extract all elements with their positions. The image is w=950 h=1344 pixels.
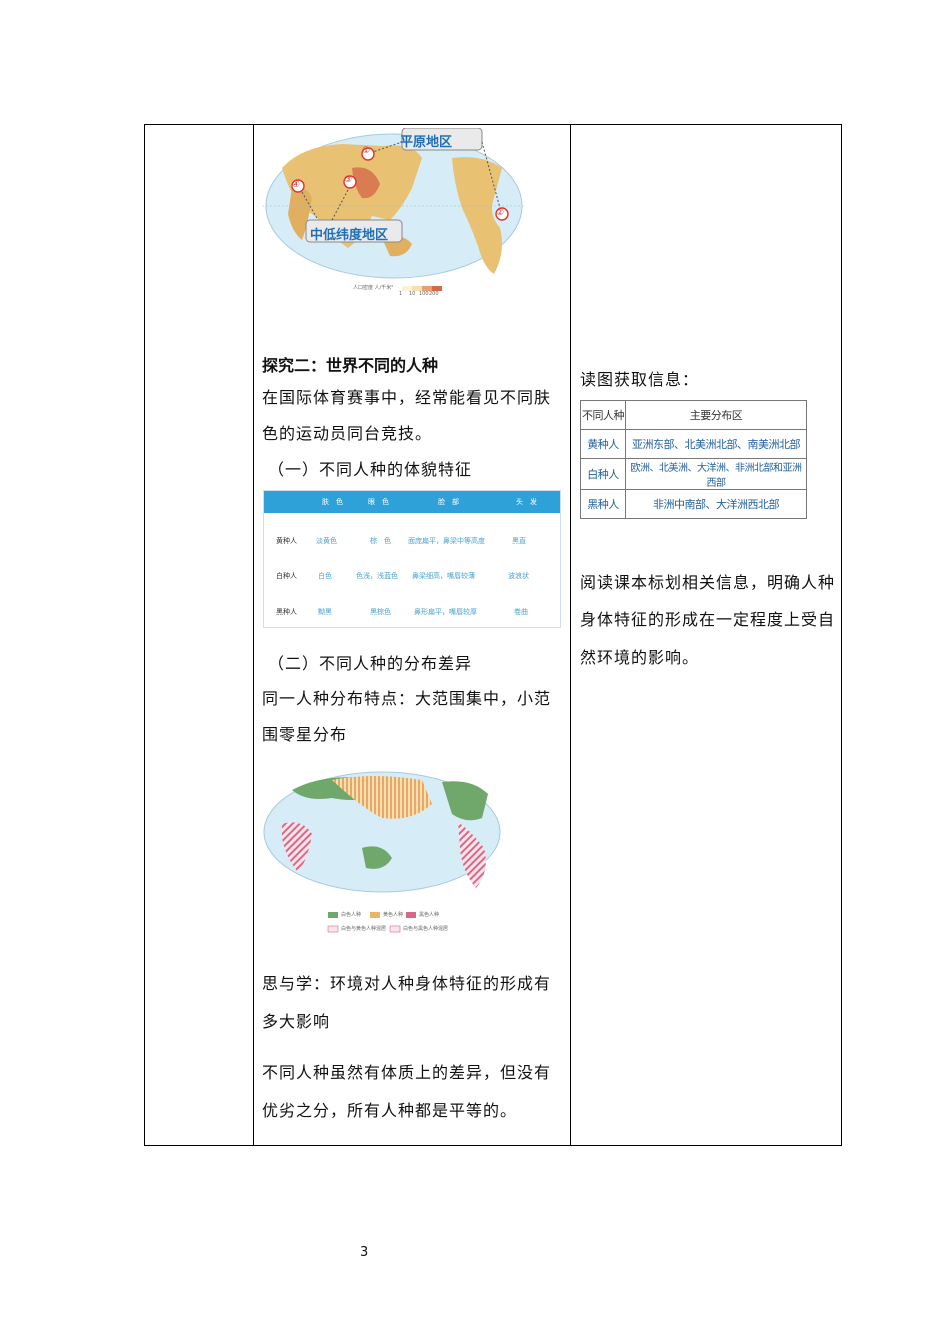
legend-white-race: 白色人种 [341,912,362,918]
dist-area: 非洲中南部、大洋洲西北部 [625,489,807,519]
feature-header: 头 发 [516,498,537,506]
dist-area: 欧洲、北美洲、大洋洲、非洲北部和亚洲西部 [625,458,807,490]
map1-legend-value: 200 [429,291,439,297]
feature-header: 脸 部 [438,498,459,506]
physical-features-table: 肤 色 眼 色 脸 部 头 发 黄种人 淡黄色 棕 色 面庞扁平，鼻梁中等高度 … [263,490,561,628]
intro-line-2: 色的运动员同台竞技。 [262,424,433,443]
page-number: 3 [360,1245,369,1260]
map1-legend-label: 人口密度 人/千米² [353,285,394,291]
dist-race: 黑种人 [580,489,626,519]
note-line-1: 阅读课本标划相关信息，明确人种 [580,573,836,592]
race-distribution-table: 不同人种 主要分布区 黄种人 亚洲东部、北美洲北部、南美洲北部 白种人 欧洲、北… [580,400,807,519]
note-line-2: 身体特征的形成在一定程度上受自 [580,610,836,629]
dist-header: 主要分布区 [625,400,807,430]
dist-line-2: 围零星分布 [262,725,348,744]
intro-line-1: 在国际体育赛事中，经常能看见不同肤 [262,388,552,407]
legend-mixed-white-black: 白色与黑色人种混居 [403,926,449,932]
subheading-features: （一）不同人种的体貌特征 [268,460,473,479]
marker-2: ② [496,208,505,218]
conclusion-line-1: 不同人种虽然有体质上的差异，但没有 [262,1063,552,1082]
callout-low-mid-latitude: 中低纬度地区 [310,228,389,243]
dist-line-1: 同一人种分布特点：大范围集中，小范 [262,689,552,708]
note-line-3: 然环境的影响。 [580,648,700,667]
conclusion-line-2: 优劣之分，所有人种都是平等的。 [262,1101,518,1120]
feature-header: 肤 色 [322,498,343,506]
section-heading: 探究二：世界不同的人种 [262,356,439,375]
dist-race: 黄种人 [580,429,626,459]
legend-yellow-race: 黄色人种 [383,912,404,918]
dist-race: 白种人 [580,458,626,490]
callout-plains: 平原地区 [400,135,453,150]
population-density-map [262,128,524,291]
column-divider-2 [570,124,571,1146]
read-info-label: 读图获取信息： [580,370,700,389]
map1-legend-value: 1 [399,291,403,297]
marker-1: ① [362,146,371,156]
legend-black-race: 黑色人种 [419,912,440,918]
map1-legend-value: 10 [409,291,416,297]
dist-header: 不同人种 [580,400,626,430]
marker-3: ③ [344,175,353,185]
think-line-1: 思与学：环境对人种身体特征的形成有 [262,974,552,993]
subheading-distribution: （二）不同人种的分布差异 [268,654,473,673]
race-distribution-map [263,771,501,893]
dist-area: 亚洲东部、北美洲北部、南美洲北部 [625,429,807,459]
think-line-2: 多大影响 [262,1012,331,1031]
map1-legend-value: 100 [419,291,429,297]
legend-mixed-white-yellow: 白色与黄色人种混居 [341,926,387,932]
marker-4: ④ [292,180,301,190]
column-divider-1 [253,124,254,1146]
feature-header: 眼 色 [368,498,389,506]
